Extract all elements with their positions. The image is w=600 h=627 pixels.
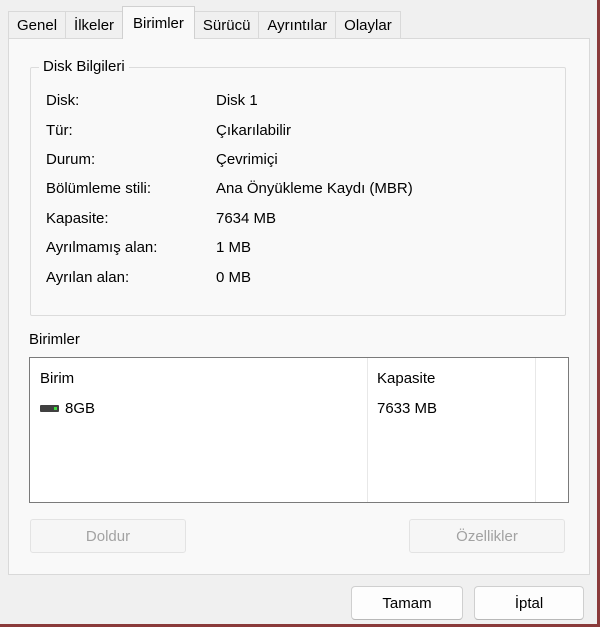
- ok-button[interactable]: Tamam: [351, 586, 463, 620]
- volumes-section-label: Birimler: [29, 331, 80, 348]
- tab-driver[interactable]: Sürücü: [193, 11, 260, 39]
- list-item[interactable]: 8GB: [40, 400, 95, 417]
- capacity-label: Kapasite:: [46, 210, 109, 227]
- partition-style-value: Ana Önyükleme Kaydı (MBR): [216, 180, 413, 197]
- tab-strip: Genel İlkeler Birimler Sürücü Ayrıntılar…: [8, 6, 401, 39]
- type-value: Çıkarılabilir: [216, 122, 292, 139]
- column-header-capacity[interactable]: Kapasite: [377, 370, 435, 387]
- volumes-list[interactable]: Birim Kapasite 8GB 7633 MB: [29, 357, 569, 503]
- properties-button[interactable]: Özellikler: [409, 519, 565, 553]
- disk-value: Disk 1: [216, 92, 258, 109]
- disk-label: Disk:: [46, 92, 80, 109]
- column-separator[interactable]: [535, 358, 536, 502]
- cancel-button[interactable]: İptal: [474, 586, 584, 620]
- tab-policies[interactable]: İlkeler: [65, 11, 124, 39]
- reserved-label: Ayrılan alan:: [46, 269, 130, 286]
- usb-drive-icon: [40, 405, 59, 412]
- volume-name: 8GB: [65, 400, 96, 417]
- disk-info-legend: Disk Bilgileri: [39, 58, 129, 75]
- capacity-value: 7634 MB: [216, 210, 277, 227]
- tab-panel: Disk Bilgileri Disk: Disk 1 Tür: Çıkarıl…: [8, 38, 590, 575]
- status-label: Durum:: [46, 151, 96, 168]
- tab-volumes[interactable]: Birimler: [122, 6, 195, 39]
- populate-button[interactable]: Doldur: [30, 519, 186, 553]
- column-separator[interactable]: [367, 358, 368, 502]
- volume-capacity: 7633 MB: [377, 400, 438, 417]
- unallocated-value: 1 MB: [216, 239, 252, 256]
- unallocated-label: Ayrılmamış alan:: [46, 239, 158, 256]
- tab-events[interactable]: Olaylar: [335, 11, 401, 39]
- column-header-volume[interactable]: Birim: [40, 370, 74, 387]
- tab-general[interactable]: Genel: [8, 11, 67, 39]
- partition-style-label: Bölümleme stili:: [46, 180, 152, 197]
- type-label: Tür:: [46, 122, 73, 139]
- reserved-value: 0 MB: [216, 269, 252, 286]
- tab-details[interactable]: Ayrıntılar: [258, 11, 337, 39]
- disk-info-group: Disk Bilgileri Disk: Disk 1 Tür: Çıkarıl…: [30, 58, 566, 316]
- status-value: Çevrimiçi: [216, 151, 278, 168]
